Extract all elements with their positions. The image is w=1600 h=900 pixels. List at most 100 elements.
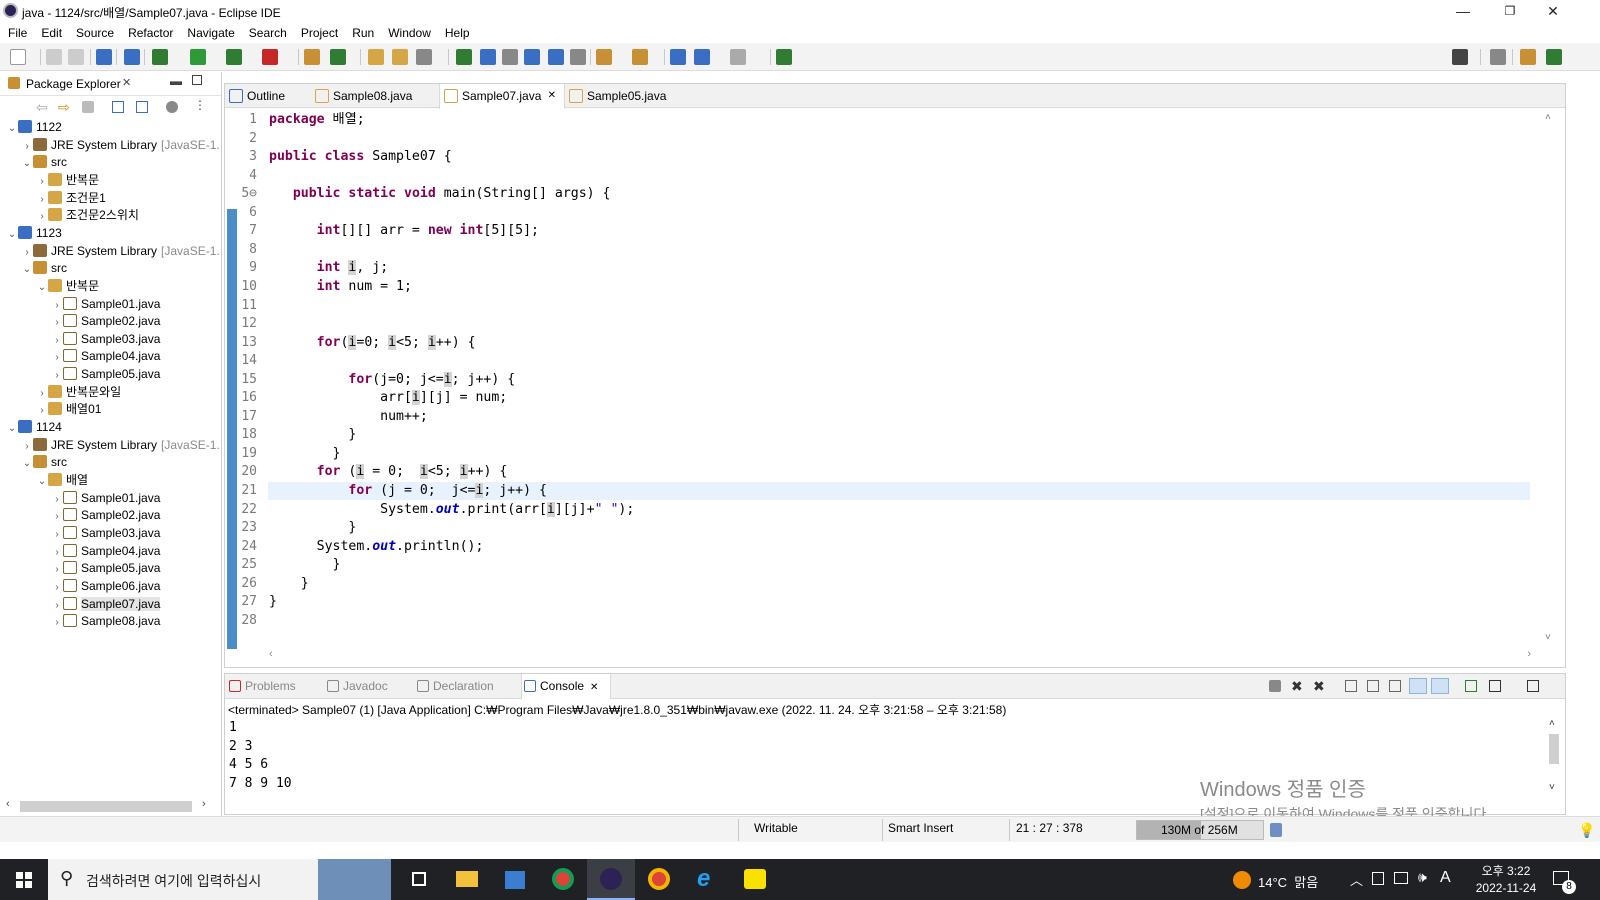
menu-project[interactable]: Project: [294, 24, 345, 44]
chevron-down-icon[interactable]: ⌄: [21, 455, 33, 473]
code-line[interactable]: int i, j;: [269, 259, 388, 277]
chevron-down-icon[interactable]: ⌄: [6, 226, 18, 244]
forward-arrow-icon[interactable]: ⇨: [58, 99, 70, 116]
debug-icon[interactable]: [152, 49, 168, 65]
scrollbar-thumb[interactable]: [1549, 734, 1559, 764]
show-on-stderr-icon[interactable]: [1431, 678, 1449, 694]
weather-text[interactable]: 14°C 맑음: [1258, 872, 1318, 891]
maximize-button[interactable]: ❐: [1487, 0, 1533, 22]
skip-breakpoints-icon[interactable]: [124, 49, 140, 65]
minimize-button[interactable]: —: [1440, 0, 1486, 22]
tree-package[interactable]: › 조건문2스위치: [36, 206, 139, 224]
code-line[interactable]: public class Sample07 {: [269, 148, 452, 166]
menu-source[interactable]: Source: [69, 24, 121, 44]
coverage-icon[interactable]: [226, 49, 242, 65]
code-line[interactable]: }: [269, 519, 356, 537]
display-console-icon[interactable]: [1489, 680, 1501, 692]
chevron-down-icon[interactable]: ⌄: [36, 279, 48, 297]
tree-java-file[interactable]: › Sample03.java: [51, 524, 160, 542]
tab-close-icon[interactable]: ✕: [548, 84, 556, 108]
next-annotation-icon[interactable]: [596, 49, 612, 65]
tab-sample05-java[interactable]: Sample05.java: [565, 84, 677, 108]
menu-refactor[interactable]: Refactor: [121, 24, 180, 44]
open-type-icon[interactable]: [368, 49, 384, 65]
debug-perspective-icon[interactable]: [1546, 49, 1562, 65]
new-icon[interactable]: [10, 49, 26, 65]
chevron-down-icon[interactable]: ⌄: [21, 155, 33, 173]
terminate-icon[interactable]: [1269, 680, 1281, 692]
console-vertical-scrollbar[interactable]: ˄ ˅: [1547, 718, 1561, 798]
word-wrap-toolbar-icon[interactable]: [524, 49, 540, 65]
scrollbar-thumb[interactable]: [20, 801, 192, 812]
code-line[interactable]: }: [269, 575, 309, 593]
external-tools-icon[interactable]: [262, 49, 278, 65]
pin-editor-icon[interactable]: [776, 49, 792, 65]
toggle-annotation-icon[interactable]: [456, 49, 472, 65]
forward-icon[interactable]: [730, 49, 746, 65]
terminal-icon[interactable]: [96, 49, 112, 65]
chrome-profile-icon[interactable]: [635, 859, 683, 900]
tree-package[interactable]: › 조건문1: [36, 189, 106, 207]
tab-close-icon[interactable]: ✕: [590, 682, 598, 693]
weather-icon[interactable]: [1233, 871, 1251, 889]
eclipse-taskbar-icon[interactable]: [587, 859, 635, 900]
tree-java-file[interactable]: › Sample04.java: [51, 347, 160, 365]
garbage-collect-icon[interactable]: [1270, 823, 1282, 837]
kakaotalk-icon[interactable]: [731, 859, 779, 900]
tab-sample08-java[interactable]: Sample08.java: [311, 84, 433, 108]
tree-source-folder[interactable]: ⌄ src: [21, 153, 67, 171]
code-line[interactable]: for (j = 0; j<=i; j++) {: [269, 482, 547, 500]
tree-java-file[interactable]: › Sample07.java: [51, 595, 161, 613]
run-icon[interactable]: [190, 49, 206, 65]
scroll-lock-icon[interactable]: [1367, 680, 1379, 692]
tree-java-file[interactable]: › Sample06.java: [51, 577, 160, 595]
prev-annotation-icon[interactable]: [632, 49, 648, 65]
tree-horizontal-scrollbar[interactable]: ‹ ›: [4, 798, 216, 814]
tab-declaration[interactable]: Declaration: [415, 674, 515, 699]
file-explorer-icon[interactable]: [443, 859, 491, 900]
tree-java-file[interactable]: › Sample02.java: [51, 312, 160, 330]
network-icon[interactable]: [1394, 872, 1408, 884]
code-line[interactable]: for(i=0; i<5; i++) {: [269, 334, 476, 352]
tree-java-file[interactable]: › Sample03.java: [51, 330, 160, 348]
save-icon[interactable]: [46, 49, 62, 65]
code-line[interactable]: }: [269, 556, 341, 574]
tree-java-file[interactable]: › Sample02.java: [51, 506, 160, 524]
chevron-down-icon[interactable]: ⌄: [6, 120, 18, 138]
tab-sample07-java[interactable]: Sample07.java ✕: [439, 84, 565, 109]
view-menu-icon[interactable]: ⋮: [194, 98, 206, 112]
word-wrap-icon[interactable]: [1389, 680, 1401, 692]
overview-ruler[interactable]: ˄ ˅: [1545, 112, 1555, 643]
package-explorer-title[interactable]: Package Explorer: [26, 77, 121, 91]
code-line[interactable]: num++;: [269, 408, 428, 426]
code-line[interactable]: package 배열;: [269, 111, 365, 129]
menu-window[interactable]: Window: [381, 24, 438, 44]
chevron-right-icon[interactable]: ›: [51, 614, 63, 632]
code-line[interactable]: }: [269, 426, 356, 444]
code-line[interactable]: System.out.println();: [269, 538, 484, 556]
code-line[interactable]: System.out.print(arr[i][j]+" ");: [269, 501, 634, 519]
tree-java-file[interactable]: › Sample01.java: [51, 295, 160, 313]
back-arrow-icon[interactable]: ⇦: [36, 99, 48, 116]
tree-java-file[interactable]: › Sample08.java: [51, 612, 160, 630]
internet-explorer-icon[interactable]: e: [683, 859, 731, 900]
taskbar-search-box[interactable]: ⚲ 검색하려면 여기에 입력하십시: [48, 859, 391, 900]
save-all-icon[interactable]: [68, 49, 84, 65]
tray-app-icon[interactable]: [1372, 872, 1384, 885]
clear-console-icon[interactable]: [1345, 680, 1357, 692]
tree-package[interactable]: › 반복문와일: [36, 383, 121, 401]
chevron-down-icon[interactable]: ⌄: [6, 420, 18, 438]
open-task-icon[interactable]: [392, 49, 408, 65]
heap-status[interactable]: 130M of 256M: [1136, 820, 1264, 840]
tree-project[interactable]: ⌄ 1124: [6, 418, 62, 436]
volume-icon[interactable]: 🕪: [1418, 869, 1427, 886]
link-with-editor-icon[interactable]: [136, 101, 148, 113]
tree-package[interactable]: ⌄ 반복문: [36, 277, 99, 295]
tree-library[interactable]: › JRE System Library [JavaSE-1.: [21, 436, 220, 454]
minimize-view-icon[interactable]: ▬: [170, 74, 182, 88]
java-perspective-icon[interactable]: [1520, 49, 1536, 65]
menu-search[interactable]: Search: [242, 24, 294, 44]
tab-javadoc[interactable]: Javadoc: [325, 674, 405, 699]
code-line[interactable]: }: [269, 445, 341, 463]
maximize-view-icon[interactable]: [192, 75, 202, 85]
